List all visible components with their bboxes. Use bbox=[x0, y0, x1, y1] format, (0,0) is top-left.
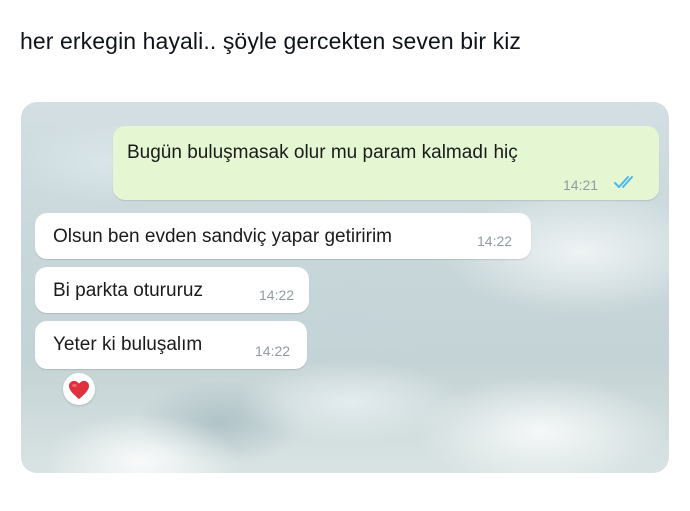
message-time: 14:22 bbox=[259, 287, 295, 303]
message-text: Bi parkta otururuz bbox=[53, 280, 203, 301]
incoming-message-bubble[interactable]: Yeter ki buluşalım 14:22 bbox=[35, 321, 307, 369]
incoming-message-bubble[interactable]: Olsun ben evden sandviç yapar getiririm … bbox=[35, 213, 531, 259]
outgoing-message-bubble[interactable]: Bugün buluşmasak olur mu param kalmadı h… bbox=[113, 126, 659, 200]
message-time: 14:22 bbox=[477, 233, 513, 249]
double-check-read-icon bbox=[614, 176, 633, 188]
message-text: Olsun ben evden sandviç yapar getiririm bbox=[53, 226, 393, 247]
chat-screenshot: Bugün buluşmasak olur mu param kalmadı h… bbox=[21, 102, 669, 473]
message-reaction[interactable] bbox=[63, 373, 95, 405]
post-text: her erkegin hayali.. şöyle gercekten sev… bbox=[20, 28, 522, 54]
message-time: 14:21 bbox=[563, 177, 599, 193]
message-time: 14:22 bbox=[255, 343, 291, 359]
red-heart-icon bbox=[69, 380, 89, 400]
incoming-message-bubble[interactable]: Bi parkta otururuz 14:22 bbox=[35, 267, 309, 313]
message-text: Bugün buluşmasak olur mu param kalmadı h… bbox=[127, 142, 518, 163]
message-text: Yeter ki buluşalım bbox=[53, 334, 203, 355]
